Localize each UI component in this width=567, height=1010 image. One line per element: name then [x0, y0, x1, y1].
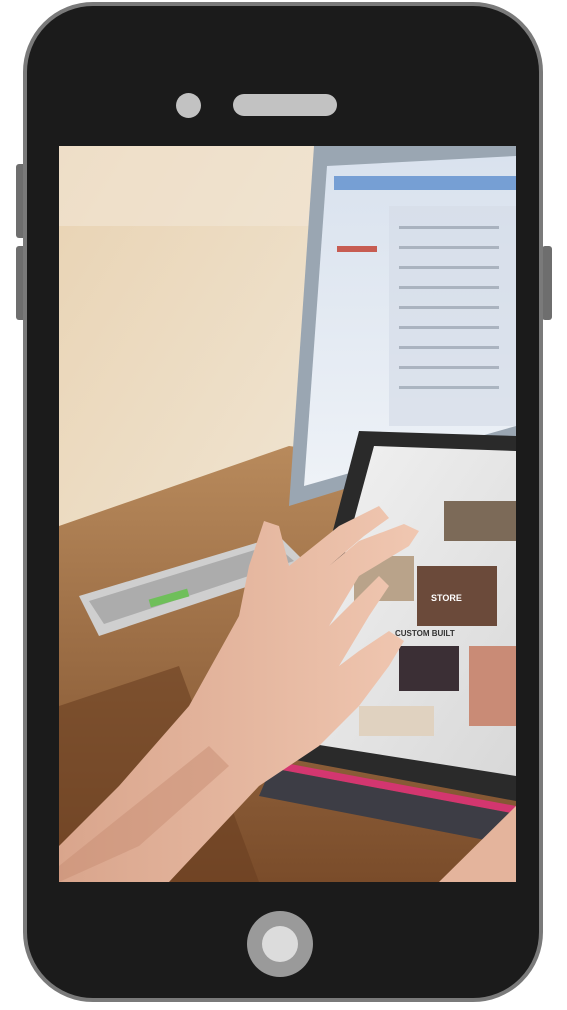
tablet-custom-built-label: CUSTOM BUILT [395, 629, 455, 638]
home-button-icon [262, 926, 298, 962]
tablet-tile-3 [469, 646, 516, 726]
phone-mockup: STORE CUSTOM BUILT [0, 0, 567, 1010]
window-light [59, 146, 319, 226]
speaker-grille-icon [233, 94, 337, 116]
phone-screen[interactable]: STORE CUSTOM BUILT [59, 146, 516, 882]
laptop-ui-red-button [337, 246, 377, 252]
tablet-tile-pattern [399, 646, 459, 691]
tablet-tile-1 [444, 501, 516, 541]
camera-dot-icon [176, 93, 201, 118]
laptop-ui-list [389, 206, 516, 426]
laptop-ui-header [334, 176, 516, 190]
tablet-tile-4 [359, 706, 434, 736]
tablet-store-label: STORE [431, 593, 462, 603]
power-button[interactable] [542, 246, 552, 320]
home-button[interactable] [247, 911, 313, 977]
screen-photo: STORE CUSTOM BUILT [59, 146, 516, 882]
